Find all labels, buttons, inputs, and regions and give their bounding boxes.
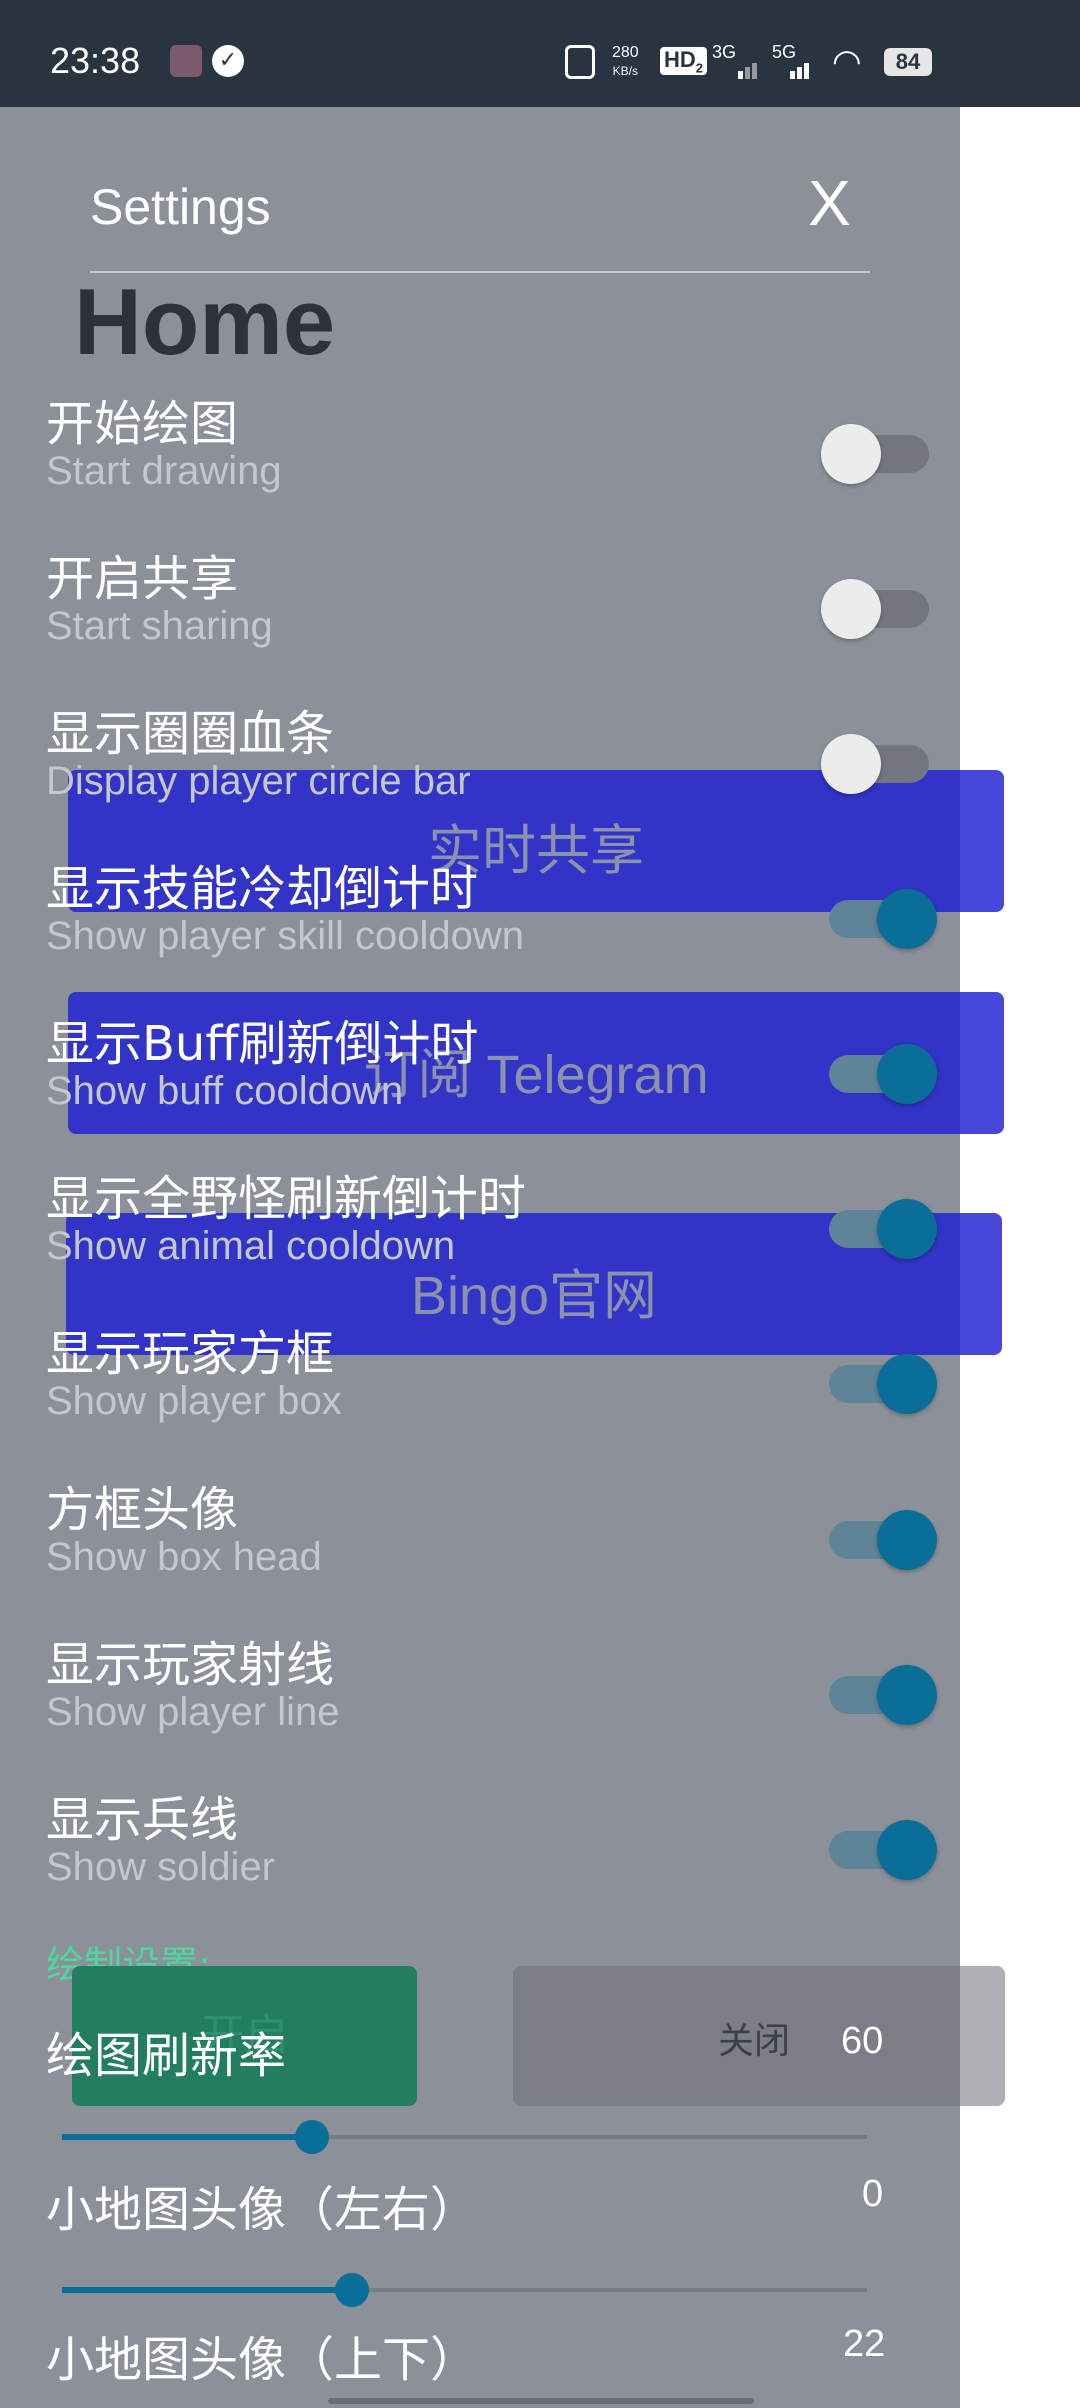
minimap-avatar-y-label: 小地图头像（上下） bbox=[46, 2332, 479, 2388]
setting-row-skill-cooldown: 显示技能冷却倒计时 Show player skill cooldown bbox=[46, 849, 937, 999]
toggle-knob bbox=[877, 1044, 937, 1104]
slider-fill bbox=[62, 2287, 352, 2293]
setting-row-box-head: 方框头像 Show box head bbox=[46, 1470, 937, 1620]
setting-row-start-sharing: 开启共享 Start sharing bbox=[46, 539, 929, 689]
toggle-knob bbox=[877, 1665, 937, 1725]
toggle-buff-cooldown[interactable] bbox=[809, 1034, 949, 1104]
toggle-knob bbox=[877, 1354, 937, 1414]
setting-en-label: Show buff cooldown bbox=[46, 1069, 404, 1113]
refresh-rate-label: 绘图刷新率 bbox=[46, 2028, 287, 2084]
setting-cn-label: 显示技能冷却倒计时 bbox=[46, 861, 479, 917]
status-time: 23:38 bbox=[50, 40, 141, 81]
setting-row-player-box: 显示玩家方框 Show player box bbox=[46, 1314, 937, 1464]
home-heading: Home bbox=[74, 269, 336, 374]
hd-sub: 2 bbox=[695, 60, 704, 76]
setting-row-circle-bar: 显示圈圈血条 Display player circle bar bbox=[46, 694, 929, 844]
slider-fill bbox=[62, 2134, 312, 2140]
setting-en-label: Show player line bbox=[46, 1690, 340, 1734]
toggle-circle-bar[interactable] bbox=[809, 724, 949, 794]
setting-cn-label: 显示玩家射线 bbox=[46, 1637, 335, 1693]
minimap-avatar-x-slider[interactable] bbox=[62, 2270, 867, 2310]
wifi-icon: ◠ bbox=[832, 43, 862, 81]
toggle-knob bbox=[877, 1199, 937, 1259]
sim2-signal-icon bbox=[790, 60, 811, 79]
toggle-start-drawing[interactable] bbox=[809, 414, 949, 484]
close-draw-label: 关闭 bbox=[718, 2021, 791, 2062]
setting-en-label: Start sharing bbox=[46, 604, 273, 648]
setting-cn-label: 开启共享 bbox=[46, 551, 239, 607]
home-indicator[interactable] bbox=[328, 2398, 754, 2404]
setting-cn-label: 显示圈圈血条 bbox=[46, 706, 335, 762]
toggle-player-box[interactable] bbox=[809, 1344, 949, 1414]
setting-en-label: Display player circle bar bbox=[46, 759, 471, 803]
setting-cn-label: 显示Buff刷新倒计时 bbox=[46, 1016, 479, 1072]
network-speed-value: 280 bbox=[612, 44, 639, 61]
toggle-animal-cooldown[interactable] bbox=[809, 1189, 949, 1259]
network-speed-unit: KB/s bbox=[612, 64, 639, 78]
setting-en-label: Start drawing bbox=[46, 449, 282, 493]
toggle-soldier[interactable] bbox=[809, 1810, 949, 1880]
setting-row-start-drawing: 开始绘图 Start drawing bbox=[46, 384, 929, 534]
setting-row-player-line: 显示玩家射线 Show player line bbox=[46, 1625, 937, 1775]
network-speed: 280 KB/s bbox=[612, 44, 639, 80]
refresh-rate-value: 60 bbox=[841, 2020, 884, 2062]
refresh-rate-slider[interactable] bbox=[62, 2117, 867, 2157]
minimap-avatar-x-label: 小地图头像（左右） bbox=[46, 2182, 479, 2238]
toggle-skill-cooldown[interactable] bbox=[809, 879, 949, 949]
vibrate-icon bbox=[565, 45, 595, 79]
toggle-knob bbox=[821, 579, 881, 639]
setting-cn-label: 方框头像 bbox=[46, 1482, 239, 1538]
setting-cn-label: 开始绘图 bbox=[46, 396, 239, 452]
setting-row-animal-cooldown: 显示全野怪刷新倒计时 Show animal cooldown bbox=[46, 1159, 937, 1309]
setting-cn-label: 显示全野怪刷新倒计时 bbox=[46, 1171, 527, 1227]
close-button[interactable]: X bbox=[808, 166, 851, 240]
setting-row-soldier: 显示兵线 Show soldier bbox=[46, 1780, 937, 1930]
toggle-knob bbox=[821, 424, 881, 484]
setting-cn-label: 显示兵线 bbox=[46, 1792, 239, 1848]
setting-row-buff-cooldown: 显示Buff刷新倒计时 Show buff cooldown bbox=[46, 1004, 937, 1154]
setting-en-label: Show box head bbox=[46, 1535, 322, 1579]
minimap-avatar-y-value: 22 bbox=[843, 2323, 886, 2365]
toggle-knob bbox=[877, 1510, 937, 1570]
title-divider bbox=[90, 271, 870, 273]
setting-en-label: Show player skill cooldown bbox=[46, 914, 525, 958]
hd-label: HD bbox=[664, 47, 696, 72]
setting-en-label: Show soldier bbox=[46, 1845, 276, 1889]
notification-avatar-icon bbox=[170, 45, 202, 77]
settings-title: Settings bbox=[90, 179, 271, 235]
slider-thumb[interactable] bbox=[334, 2273, 369, 2307]
sim1-network-type: 3G bbox=[712, 42, 737, 62]
battery-icon: 84 bbox=[884, 48, 932, 76]
toggle-box-head[interactable] bbox=[809, 1500, 949, 1570]
sim1-signal-icon bbox=[738, 60, 759, 79]
status-bar: 23:38 ✓ 280 KB/s HD2 3G 5G ◠ 84 bbox=[0, 0, 1080, 107]
check-circle-icon: ✓ bbox=[212, 45, 244, 77]
toggle-knob bbox=[821, 734, 881, 794]
toggle-knob bbox=[877, 1820, 937, 1880]
setting-cn-label: 显示玩家方框 bbox=[46, 1326, 335, 1382]
hd-voice-icon: HD2 bbox=[660, 47, 708, 76]
toggle-player-line[interactable] bbox=[809, 1655, 949, 1725]
toggle-start-sharing[interactable] bbox=[809, 569, 949, 639]
setting-en-label: Show player box bbox=[46, 1379, 342, 1423]
slider-thumb[interactable] bbox=[294, 2120, 329, 2154]
minimap-avatar-x-value: 0 bbox=[862, 2173, 884, 2215]
setting-en-label: Show animal cooldown bbox=[46, 1224, 456, 1268]
toggle-knob bbox=[877, 889, 937, 949]
